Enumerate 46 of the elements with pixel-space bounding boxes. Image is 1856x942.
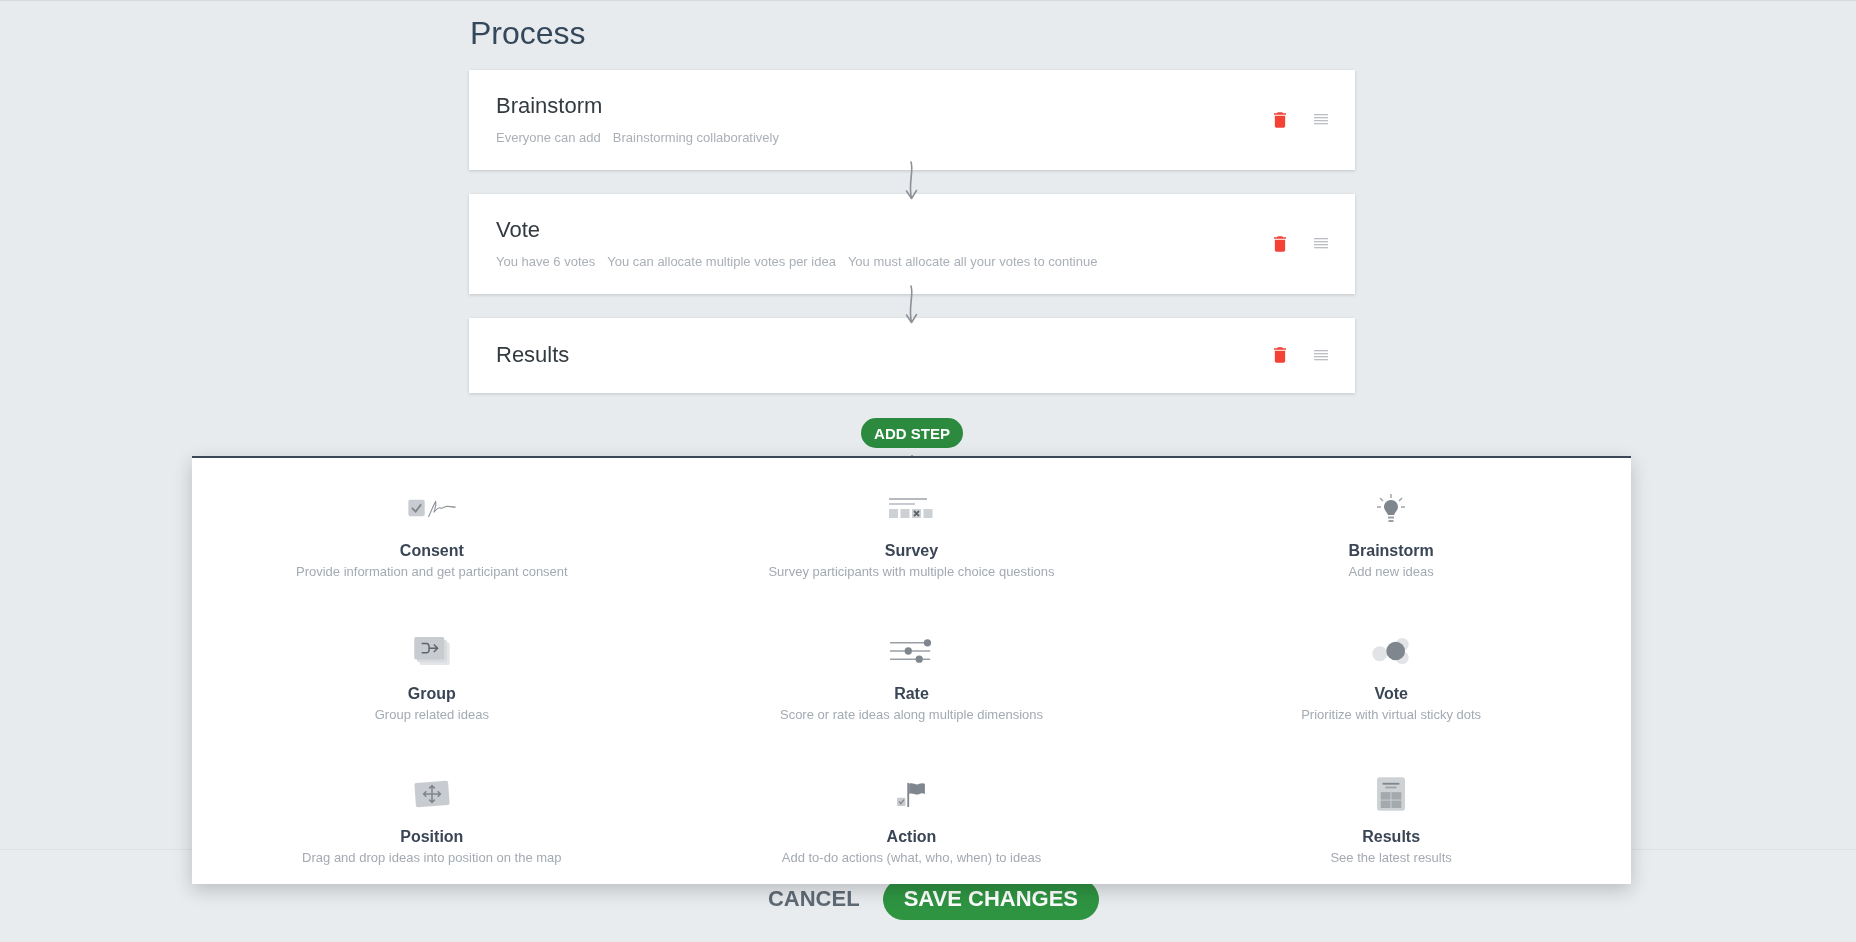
dots-icon xyxy=(1372,637,1411,665)
lightbulb-icon xyxy=(1375,494,1408,522)
step-option-description: Provide information and get participant consent xyxy=(295,564,568,580)
document-icon xyxy=(1377,777,1406,811)
step-option-title[interactable]: Action xyxy=(886,827,937,847)
curved-arrow xyxy=(905,161,918,200)
stacked-cards-icon xyxy=(413,637,450,665)
step-detail: Everyone can add xyxy=(496,130,601,146)
step-option-title[interactable]: Results xyxy=(1362,827,1421,847)
step-option-description: Drag and drop ideas into position on the map xyxy=(302,850,562,866)
drag-handle-icon[interactable] xyxy=(1314,114,1328,125)
step-option-description: See the latest results xyxy=(1330,850,1452,866)
step-option-title[interactable]: Position xyxy=(400,827,464,847)
step-option-description: Prioritize with virtual sticky dots xyxy=(1301,707,1482,723)
drag-handle-icon[interactable] xyxy=(1314,349,1328,361)
survey-form-icon xyxy=(889,498,934,518)
step-option-title[interactable]: Survey xyxy=(884,541,939,561)
step-detail: Brainstorming collaboratively xyxy=(612,130,779,146)
step-detail: You have 6 votes xyxy=(496,254,596,270)
step-option-description: Group related ideas xyxy=(374,707,489,723)
step-option-title[interactable]: Brainstorm xyxy=(1348,541,1434,561)
step-detail: You must allocate all your votes to continue xyxy=(847,254,1098,270)
curved-arrow xyxy=(905,285,918,324)
step-title: Brainstorm xyxy=(496,93,603,119)
page-heading: Process xyxy=(470,14,586,52)
move-arrows-icon xyxy=(412,779,451,809)
sliders-icon xyxy=(890,639,933,663)
drag-handle-icon[interactable] xyxy=(1314,238,1328,249)
delete-icon[interactable] xyxy=(1274,111,1286,128)
step-detail: You can allocate multiple votes per idea xyxy=(607,254,836,270)
step-title: Vote xyxy=(496,217,541,243)
flag-icon xyxy=(897,781,926,807)
checkbox-signature-icon xyxy=(407,498,456,518)
step-option-description: Score or rate ideas along multiple dimensions xyxy=(779,707,1043,723)
step-option-title[interactable]: Consent xyxy=(399,541,464,561)
step-option-title[interactable]: Rate xyxy=(894,684,929,704)
step-option-title[interactable]: Vote xyxy=(1374,684,1408,704)
step-option-title[interactable]: Group xyxy=(407,684,456,704)
delete-icon[interactable] xyxy=(1274,347,1286,363)
add-step-button[interactable]: ADD STEP xyxy=(861,418,963,448)
step-title: Results xyxy=(496,342,570,368)
delete-icon[interactable] xyxy=(1274,235,1286,252)
cancel-button[interactable]: CANCEL xyxy=(767,888,860,910)
step-option-description: Add to-do actions (what, who, when) to ideas xyxy=(781,850,1042,866)
step-option-description: Survey participants with multiple choice questions xyxy=(768,564,1055,580)
step-option-description: Add new ideas xyxy=(1348,564,1434,580)
